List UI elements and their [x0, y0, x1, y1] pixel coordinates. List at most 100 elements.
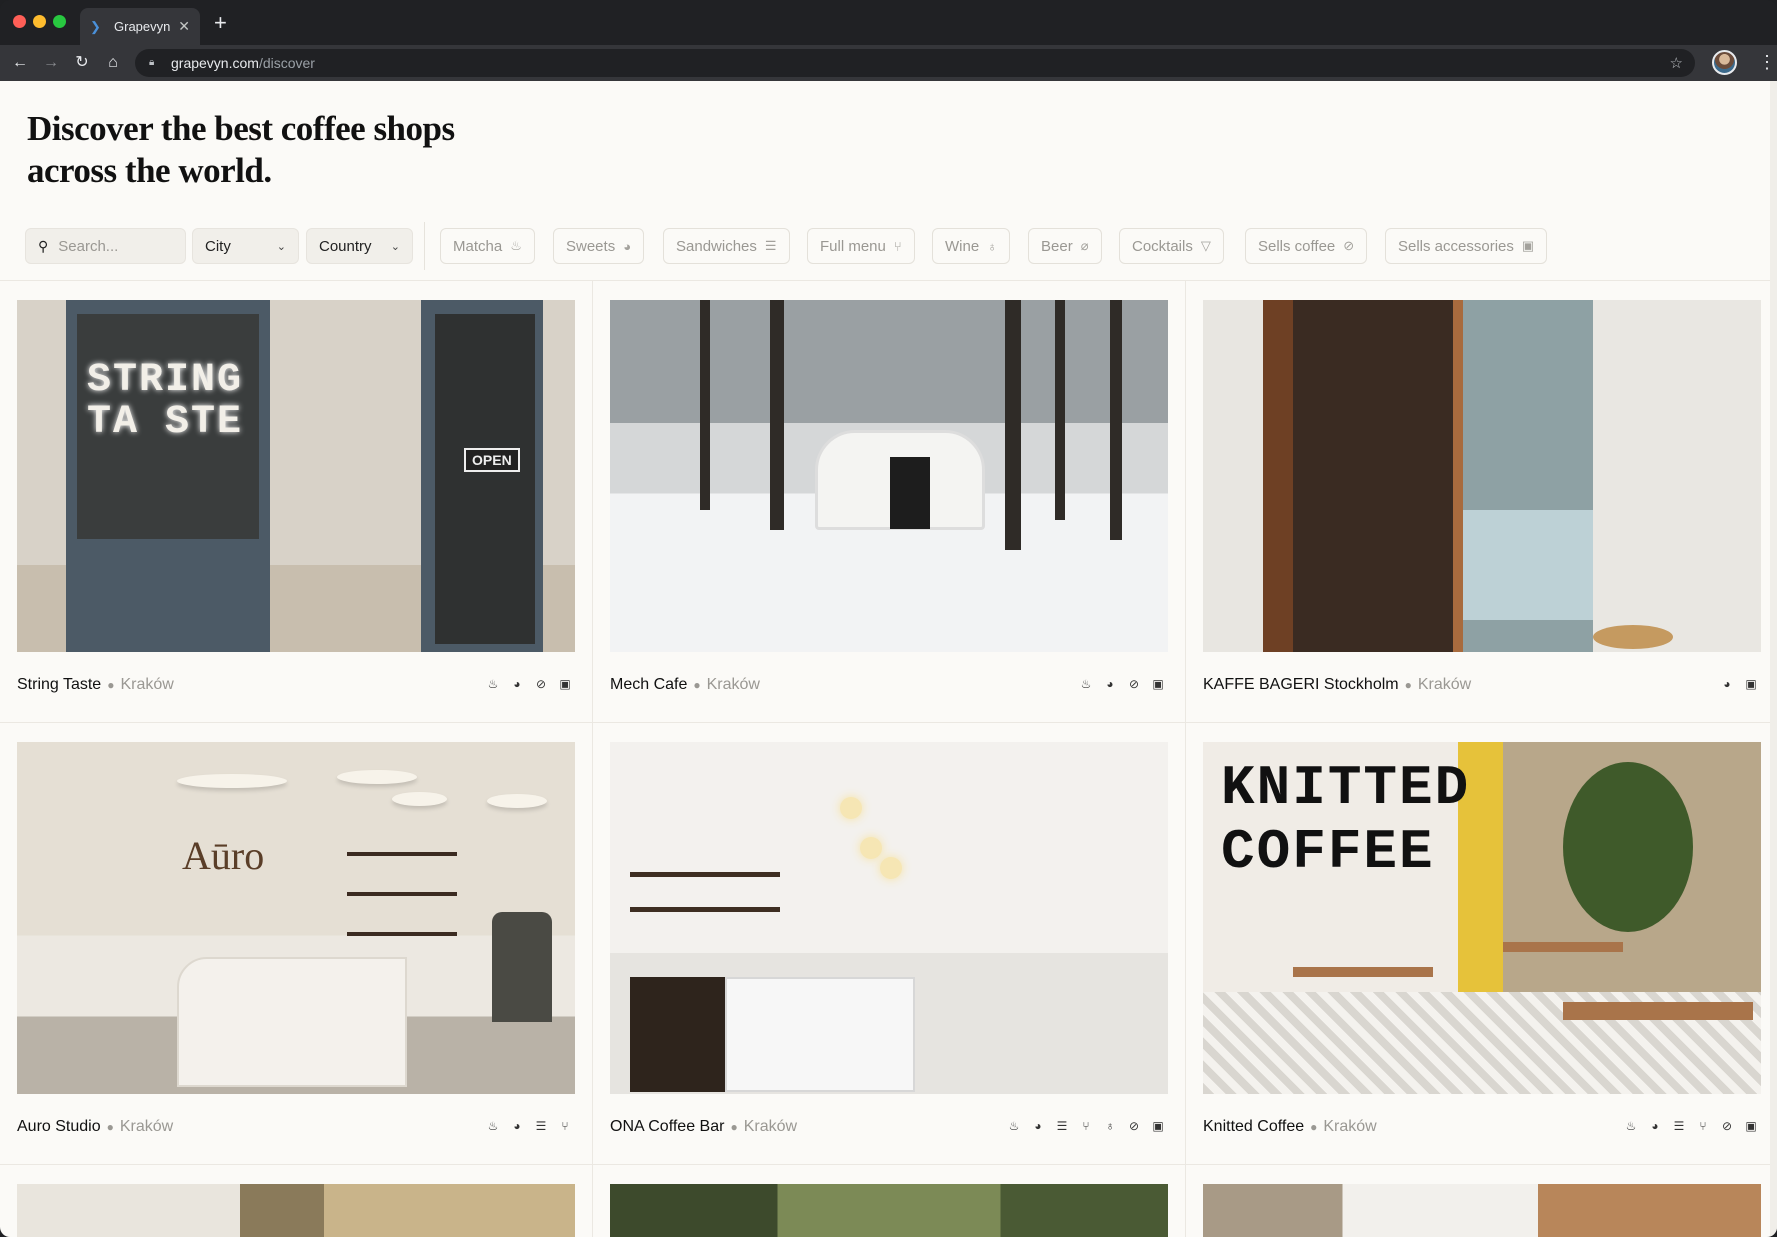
chip-label: Beer	[1041, 237, 1073, 255]
shop-card[interactable]: ONA Coffee Bar ● Kraków ♨ ◕ ☰ ⑂ ♁ ⊘ ▣	[610, 742, 1168, 1182]
home-icon[interactable]: ⌂	[102, 52, 124, 74]
shop-card[interactable]: KNITTED COFFEE Knitted Coffee ● Kraków ♨ …	[1203, 742, 1761, 1182]
shop-card[interactable]: Aūro Auro Studio ● Kraków ♨ ◕ ☰ ⑂	[17, 742, 575, 1182]
cookie-icon: ◕	[513, 1119, 521, 1133]
bookmark-star-icon[interactable]: ☆	[1670, 54, 1683, 72]
shop-card-footer: Knitted Coffee ● Kraków ♨ ◕ ☰ ⑂ ⊘ ▣	[1203, 1112, 1761, 1142]
search-icon: ⚲	[38, 237, 49, 254]
filter-chip-sweets[interactable]: Sweets ◕	[553, 228, 645, 264]
lock-icon: 🔒︎	[149, 57, 155, 68]
country-select[interactable]: Country ⌄	[306, 228, 413, 264]
filter-chip-sandwiches[interactable]: Sandwiches ☰	[663, 228, 790, 264]
forward-arrow-icon[interactable]: →	[40, 52, 62, 74]
cocktail-icon: ▽	[1200, 238, 1211, 253]
chip-label: Cocktails	[1132, 237, 1193, 255]
shop-name[interactable]: Knitted Coffee	[1203, 1118, 1304, 1136]
page-title: Discover the best coffee shops across th…	[27, 108, 547, 192]
city-select[interactable]: City ⌄	[192, 228, 299, 264]
matcha-bowl-icon: ♨	[510, 238, 522, 253]
filter-divider-line	[0, 280, 1770, 281]
maximize-window-button[interactable]	[53, 15, 66, 28]
matcha-bowl-icon: ♨	[1080, 677, 1092, 691]
bag-icon: ▣	[559, 677, 571, 691]
neon-sign: STRING TA STE	[87, 358, 244, 445]
filter-chip-full-menu[interactable]: Full menu ⑂	[807, 228, 915, 264]
reload-icon[interactable]: ↻	[71, 52, 93, 74]
separator-dot: ●	[1310, 1120, 1318, 1134]
separator-dot: ●	[730, 1120, 738, 1134]
shop-features: ♨ ◕ ☰ ⑂	[485, 1118, 573, 1134]
chip-label: Wine	[945, 237, 980, 255]
separator-dot: ●	[1404, 678, 1412, 692]
page-scrollbar[interactable]	[1770, 81, 1777, 1237]
filter-chip-beer[interactable]: Beer ⌀	[1028, 228, 1102, 264]
shop-card[interactable]	[1203, 1184, 1761, 1237]
profile-avatar[interactable]	[1712, 50, 1737, 75]
shop-features: ♨ ◕ ☰ ⑂ ♁ ⊘ ▣	[1006, 1118, 1166, 1134]
shop-name[interactable]: KAFFE BAGERI Stockholm	[1203, 676, 1399, 694]
wine-glass-icon: ♁	[987, 238, 997, 254]
separator-dot: ●	[106, 1120, 114, 1134]
bag-icon: ▣	[1152, 1119, 1164, 1133]
coffee-bean-icon: ⊘	[1721, 1119, 1733, 1133]
shop-card[interactable]: STRING TA STE OPEN String Taste ● Kraków …	[17, 300, 575, 740]
shop-name[interactable]: Auro Studio	[17, 1118, 101, 1136]
favicon-icon: ❯	[90, 18, 101, 34]
filter-divider	[424, 222, 425, 270]
fork-knife-icon: ⑂	[893, 238, 902, 254]
close-tab-icon[interactable]: ✕	[178, 18, 190, 35]
back-arrow-icon[interactable]: ←	[9, 52, 31, 74]
shop-features: ♨ ◕ ☰ ⑂ ⊘ ▣	[1623, 1118, 1759, 1134]
kiosk-building	[815, 430, 985, 530]
shop-city: Kraków	[743, 1118, 798, 1135]
shop-card[interactable]: KAFFE BAGERI Stockholm ● Kraków ◕ ▣	[1203, 300, 1761, 740]
search-input[interactable]	[58, 237, 169, 255]
matcha-bowl-icon: ♨	[1625, 1119, 1637, 1133]
browser-titlebar: ❯ Grapevyn ✕ +	[0, 0, 1777, 45]
shop-name[interactable]: ONA Coffee Bar	[610, 1118, 724, 1136]
browser-menu-icon[interactable]: ⋮	[1758, 51, 1776, 73]
filter-chip-sells-accessories[interactable]: Sells accessories ▣	[1385, 228, 1548, 264]
shop-card-footer: KAFFE BAGERI Stockholm ● Kraków ◕ ▣	[1203, 670, 1761, 700]
shop-card[interactable]	[610, 1184, 1168, 1237]
shop-city: Kraków	[1417, 676, 1472, 693]
cafe-logo: Aūro	[182, 833, 265, 878]
chip-label: Sandwiches	[676, 237, 757, 255]
wall-lettering: KNITTED COFFEE	[1221, 756, 1471, 884]
new-tab-button[interactable]: +	[214, 11, 227, 35]
page-viewport: Discover the best coffee shops across th…	[0, 81, 1777, 1237]
close-window-button[interactable]	[13, 15, 26, 28]
shop-name[interactable]: String Taste	[17, 676, 101, 694]
shop-photo	[1203, 1184, 1761, 1237]
shop-features: ◕ ▣	[1719, 676, 1759, 692]
filter-chip-cocktails[interactable]: Cocktails ▽	[1119, 228, 1224, 264]
cookie-icon: ◕	[513, 677, 521, 691]
shop-city: Kraków	[119, 1118, 174, 1135]
chevron-down-icon: ⌄	[390, 240, 400, 253]
filter-chip-sells-coffee[interactable]: Sells coffee ⊘	[1245, 228, 1368, 264]
coffee-bean-icon: ⊘	[1128, 677, 1140, 691]
chip-label: Sells accessories	[1398, 237, 1514, 255]
matcha-bowl-icon: ♨	[1008, 1119, 1020, 1133]
shop-name[interactable]: Mech Cafe	[610, 676, 687, 694]
shop-card-footer: Auro Studio ● Kraków ♨ ◕ ☰ ⑂	[17, 1112, 575, 1142]
shop-city: Kraków	[706, 676, 760, 693]
country-select-label: Country	[319, 237, 372, 255]
search-box[interactable]: ⚲	[25, 228, 186, 264]
bag-icon: ▣	[1745, 1119, 1757, 1133]
browser-tab[interactable]: ❯ Grapevyn ✕	[80, 8, 200, 45]
url-host: grapevyn.com	[171, 55, 259, 71]
bottle-icon: ⌀	[1080, 238, 1089, 253]
minimize-window-button[interactable]	[33, 15, 46, 28]
address-bar[interactable]: 🔒︎ grapevyn.com /discover ☆	[135, 49, 1695, 77]
filter-chip-wine[interactable]: Wine ♁	[932, 228, 1010, 264]
shop-photo: STRING TA STE OPEN	[17, 300, 575, 652]
shop-card[interactable]	[17, 1184, 575, 1237]
filter-chip-matcha[interactable]: Matcha ♨	[440, 228, 535, 264]
sandwich-icon: ☰	[764, 238, 777, 253]
page-title-line-2: across the world.	[27, 151, 272, 190]
cookie-icon: ◕	[1651, 1119, 1659, 1133]
browser-window: ❯ Grapevyn ✕ + ← → ↻ ⌂ 🔒︎ grapevyn.com /…	[0, 0, 1777, 1237]
shop-card[interactable]: Mech Cafe ● Kraków ♨ ◕ ⊘ ▣	[610, 300, 1168, 740]
bag-icon: ▣	[1152, 677, 1164, 691]
